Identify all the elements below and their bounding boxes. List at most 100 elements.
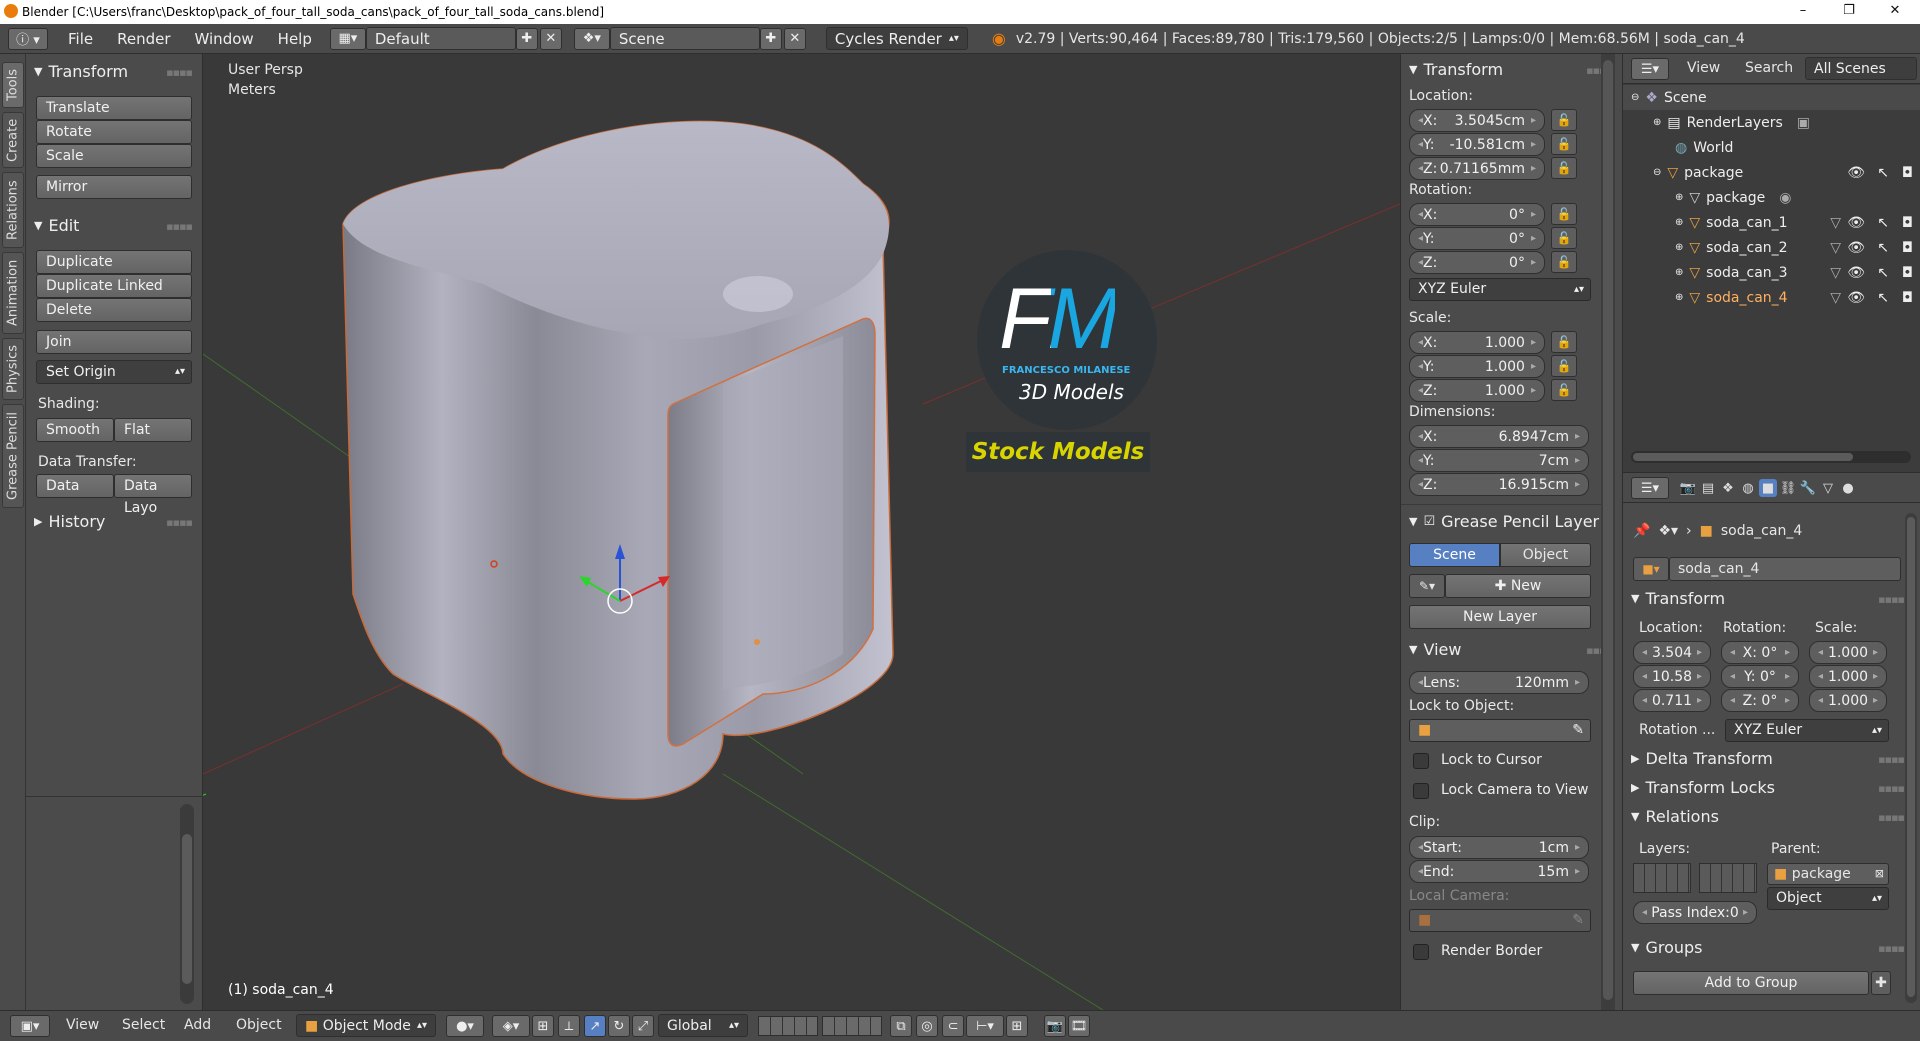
scene-field[interactable]: Scene [609, 27, 760, 50]
prop-rotation-y[interactable]: ◂ Y: 0° ▸ [1721, 665, 1799, 688]
new-grease-button[interactable]: ✚ New [1445, 574, 1591, 598]
prop-scale-y[interactable]: ◂ 1.000 ▸ [1809, 665, 1887, 688]
outliner-editor-type-icon[interactable]: ☰▾ [1631, 58, 1669, 80]
object-browse-icon[interactable]: ■▾ [1633, 557, 1669, 581]
menu-help[interactable]: Help [266, 30, 324, 48]
outliner-item-soda-can-1[interactable]: ⊕ ▽ soda_can_1 ▽ 👁 ↖ ◘ [1623, 210, 1920, 235]
scrollbar[interactable] [180, 804, 194, 1004]
outliner-item-soda-can-3[interactable]: ⊕ ▽ soda_can_3 ▽ 👁 ↖ ◘ [1623, 260, 1920, 285]
prop-rotation-mode-dropdown[interactable]: XYZ Euler ▴▾ [1725, 719, 1889, 742]
lock-icon[interactable]: 🔓 [1551, 133, 1577, 155]
panel-delta-transform-header[interactable]: ▶ Delta Transform [1631, 749, 1773, 768]
display-mode-dropdown[interactable]: All Scenes [1805, 57, 1917, 80]
layers-grid-left[interactable] [758, 1016, 818, 1036]
rotate-button[interactable]: Rotate [36, 120, 192, 144]
maximize-button[interactable]: ❐ [1826, 0, 1872, 24]
duplicate-linked-button[interactable]: Duplicate Linked [36, 274, 192, 298]
lock-icon[interactable]: 🔓 [1551, 331, 1577, 353]
mirror-button[interactable]: Mirror [36, 175, 192, 199]
delete-scene-icon[interactable]: ✕ [783, 27, 806, 50]
info-editor-type-icon[interactable]: ⓘ ▾ [8, 27, 48, 50]
snap-target-icon[interactable]: ⊞ [1006, 1015, 1028, 1037]
outliner-item-scene[interactable]: ⊖ ❖ Scene [1623, 85, 1920, 110]
lock-icon[interactable]: 🔓 [1551, 203, 1577, 225]
outliner-item-soda-can-4[interactable]: ⊕ ▽ soda_can_4 ▽ 👁 ↖ ◘ [1623, 285, 1920, 310]
properties-editor-type-icon[interactable]: ☰▾ [1631, 477, 1669, 499]
panel-view-header[interactable]: ▼ View [1409, 640, 1461, 659]
render-border-checkbox[interactable] [1413, 944, 1429, 960]
scale-z-field[interactable]: ◂ Z: 1.000 ▸ [1409, 379, 1545, 402]
proportional-edit-icon[interactable]: ◎ [916, 1015, 938, 1037]
lock-icon[interactable]: 🔓 [1551, 251, 1577, 273]
panel-transform-locks-header[interactable]: ▶ Transform Locks [1631, 778, 1775, 797]
transform-orientation-dropdown[interactable]: Global ▴▾ [658, 1014, 748, 1037]
lock-camera-checkbox[interactable] [1413, 783, 1429, 799]
translate-button[interactable]: Translate [36, 96, 192, 120]
add-layout-icon[interactable]: ✚ [515, 27, 538, 50]
prop-scale-z[interactable]: ◂ 1.000 ▸ [1809, 689, 1887, 712]
3d-viewport[interactable]: User Persp Meters (1) soda_can_4 FM FRAN… [203, 54, 1400, 1010]
scene-icon[interactable]: ❖▾ [573, 27, 610, 50]
drag-grip-icon[interactable]: ▪▪▪▪ [1878, 942, 1905, 955]
drag-grip-icon[interactable]: ▪▪▪▪ [166, 516, 193, 529]
layer-grid-left[interactable] [1633, 863, 1691, 893]
location-z-field[interactable]: ◂ Z: 0.71165mm ▸ [1409, 157, 1545, 180]
location-y-field[interactable]: ◂ Y: -10.581cm ▸ [1409, 133, 1545, 156]
object-mode-dropdown[interactable]: ■ Object Mode ▴▾ [296, 1014, 436, 1037]
set-origin-dropdown[interactable]: Set Origin ▴▾ [36, 360, 192, 384]
lock-layers-icon[interactable]: ⧉ [890, 1015, 912, 1037]
panel-transform-header[interactable]: ▼ Transform [34, 62, 128, 81]
menu-file[interactable]: File [56, 30, 105, 48]
tab-tools[interactable]: Tools [2, 62, 24, 108]
outliner-search-menu[interactable]: Search [1745, 60, 1793, 76]
screen-layout-icon[interactable]: ▦▾ [329, 27, 366, 50]
grease-scene-tab[interactable]: Scene [1409, 543, 1500, 567]
prop-location-z[interactable]: ◂ 0.711 ▸ [1633, 689, 1711, 712]
screen-layout-field[interactable]: Default [365, 27, 516, 50]
location-x-field[interactable]: ◂ X: 3.5045cm ▸ [1409, 109, 1545, 132]
render-preview-icon[interactable]: 📷 [1044, 1015, 1066, 1037]
tab-animation[interactable]: Animation [2, 252, 24, 334]
pass-index-field[interactable]: ◂ Pass Index:0 ▸ [1633, 901, 1757, 924]
scrollbar[interactable] [1601, 54, 1615, 1010]
translate-manipulator-icon[interactable]: ↗ [584, 1015, 606, 1037]
parent-type-dropdown[interactable]: Object ▴▾ [1767, 887, 1889, 910]
scale-manipulator-icon[interactable]: ⤢ [632, 1015, 654, 1037]
outliner-item-world[interactable]: ◍ World [1623, 135, 1920, 160]
tab-create[interactable]: Create [2, 112, 24, 168]
lock-icon[interactable]: 🔓 [1551, 355, 1577, 377]
lock-object-field[interactable]: ■ ✎ [1409, 719, 1591, 742]
rotate-manipulator-icon[interactable]: ↻ [608, 1015, 630, 1037]
rotation-mode-dropdown[interactable]: XYZ Euler ▴▾ [1409, 278, 1591, 301]
lock-icon[interactable]: 🔓 [1551, 227, 1577, 249]
outliner-item-package-mesh[interactable]: ⊕ ▽ package ◉ [1623, 185, 1920, 210]
outliner-item-renderlayers[interactable]: ⊕ ▤ RenderLayers ▣ [1623, 110, 1920, 135]
manipulator-toggle-icon[interactable]: ⟂ [558, 1015, 580, 1037]
lock-icon[interactable]: 🔓 [1551, 379, 1577, 401]
prop-location-x[interactable]: ◂ 3.504 ▸ [1633, 641, 1711, 664]
outliner-item-soda-can-2[interactable]: ⊕ ▽ soda_can_2 ▽ 👁 ↖ ◘ [1623, 235, 1920, 260]
add-scene-icon[interactable]: ✚ [759, 27, 782, 50]
lock-cursor-checkbox[interactable] [1413, 753, 1429, 769]
menu-add[interactable]: Add [184, 1017, 211, 1033]
drag-grip-icon[interactable]: ▪▪▪▪ [1878, 782, 1905, 795]
lock-icon[interactable]: 🔓 [1551, 109, 1577, 131]
clip-start-field[interactable]: ◂ Start: 1cm ▸ [1409, 836, 1589, 859]
panel-groups-header[interactable]: ▼ Groups [1631, 938, 1703, 957]
outliner-item-package[interactable]: ⊖ ▽ package 👁 ↖ ◘ [1623, 160, 1920, 185]
lock-icon[interactable]: 🔓 [1551, 157, 1577, 179]
panel-transform-header[interactable]: ▼ Transform [1409, 60, 1503, 79]
scale-button[interactable]: Scale [36, 144, 192, 168]
prop-rotation-x[interactable]: ◂ X: 0° ▸ [1721, 641, 1799, 664]
dimension-y-field[interactable]: ◂ Y: 7cm ▸ [1409, 449, 1589, 472]
menu-select[interactable]: Select [122, 1017, 165, 1033]
lens-field[interactable]: ◂ Lens: 120mm ▸ [1409, 671, 1589, 694]
properties-context-tabs[interactable]: 📷 ▤ ❖ ◍ ■ ⛓ 🔧 ▽ ● [1679, 479, 1857, 497]
rotation-z-field[interactable]: ◂ Z: 0° ▸ [1409, 251, 1545, 274]
parent-field[interactable]: ■ package ⊠ [1767, 863, 1889, 885]
object-name-field[interactable]: soda_can_4 [1669, 557, 1901, 581]
scrollbar[interactable] [1631, 451, 1911, 463]
data-layout-button[interactable]: Data Layo [114, 474, 192, 516]
menu-window[interactable]: Window [183, 30, 266, 48]
menu-render[interactable]: Render [105, 30, 182, 48]
